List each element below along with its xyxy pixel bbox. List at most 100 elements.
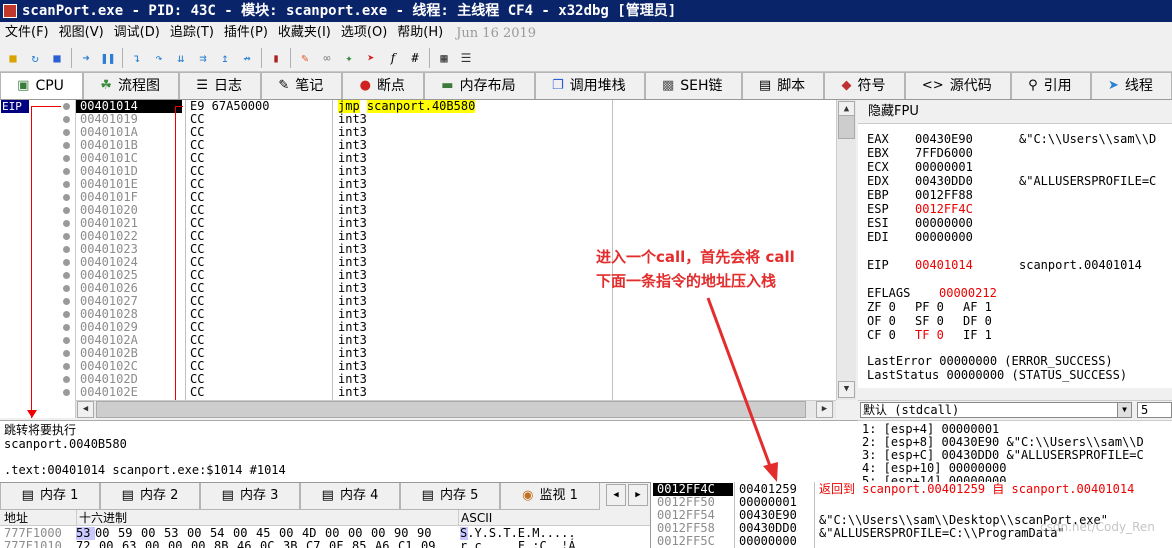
tab-memory-1[interactable]: ▤ 内存 1 <box>0 483 100 510</box>
breakpoint-dot-icon[interactable] <box>63 285 70 292</box>
chevron-down-icon[interactable]: ▼ <box>1117 403 1131 417</box>
tab-memory-map[interactable]: ▬ 内存布局 <box>424 72 535 99</box>
register-row[interactable]: EAX 00430E90 &"C:\\Users\\sam\\D <box>867 132 1156 146</box>
breakpoint-dot-icon[interactable] <box>63 376 70 383</box>
scroll-left-icon[interactable]: ◀ <box>77 401 94 418</box>
tab-memory-4[interactable]: ▤ 内存 4 <box>300 483 400 510</box>
tab-call-stack[interactable]: ❐ 调用堆栈 <box>534 72 645 99</box>
breakpoint-dot-icon[interactable] <box>63 129 70 136</box>
hex-byte[interactable]: 0F <box>329 540 352 548</box>
register-row[interactable]: EBX 7FFD6000 <box>867 146 1019 160</box>
breakpoint-dot-icon[interactable] <box>63 246 70 253</box>
register-row[interactable]: EBP 0012FF88 <box>867 188 1019 202</box>
trace-over-icon[interactable]: ⇉ <box>193 48 213 68</box>
register-row[interactable]: ESP 0012FF4C <box>867 202 1019 216</box>
hex-byte[interactable]: 63 <box>122 540 145 548</box>
disasm-horizontal-scrollbar[interactable]: ◀ ▶ <box>76 400 836 418</box>
tab-cpu[interactable]: ▣ CPU <box>0 72 84 99</box>
arg-count-spinner[interactable]: 5 <box>1137 402 1172 418</box>
breakpoint-dot-icon[interactable] <box>63 207 70 214</box>
hex-byte[interactable]: C7 <box>306 540 329 548</box>
flag-value[interactable]: TF 0 <box>915 328 963 342</box>
hex-byte[interactable]: 46 <box>237 540 260 548</box>
tab-memory-5[interactable]: ▤ 内存 5 <box>400 483 500 510</box>
tab-source[interactable]: <> 源代码 <box>904 72 1011 99</box>
eraser-icon[interactable]: ➤ <box>361 48 381 68</box>
breakpoint-dot-icon[interactable] <box>63 298 70 305</box>
flag-value[interactable]: SF 0 <box>915 314 963 328</box>
flag-value[interactable]: CF 0 <box>867 328 915 342</box>
tab-graph[interactable]: ☘ 流程图 <box>83 72 180 99</box>
stack-view[interactable]: 0012FF4C 00401259 返回到 scanport.00401259 自 … <box>650 482 1172 548</box>
menu-favourites[interactable]: 收藏夹(I) <box>273 22 336 44</box>
breakpoint-dot-icon[interactable] <box>63 350 70 357</box>
flag-value[interactable]: AF 1 <box>963 300 1011 314</box>
menu-debug[interactable]: 调试(D) <box>109 22 165 44</box>
register-value[interactable]: 7FFD6000 <box>915 146 1019 160</box>
breakpoint-dot-icon[interactable] <box>63 311 70 318</box>
tab-symbols[interactable]: ◆ 符号 <box>824 72 905 99</box>
register-value[interactable]: 00000212 <box>939 286 997 300</box>
register-value[interactable]: 00000001 <box>915 160 1019 174</box>
disasm-row[interactable]: 0040102E CC int3 <box>76 386 836 399</box>
arguments-view[interactable]: 1: [esp+4] 00000001 2: [esp+8] 00430E90 &… <box>858 420 1172 482</box>
menu-view[interactable]: 视图(V) <box>54 22 109 44</box>
tab-notes[interactable]: ✎ 笔记 <box>261 72 343 99</box>
breakpoint-dot-icon[interactable] <box>63 103 70 110</box>
flag-value[interactable]: OF 0 <box>867 314 915 328</box>
flag-value[interactable]: DF 0 <box>963 314 1011 328</box>
step-over-icon[interactable]: ↷ <box>149 48 169 68</box>
scroll-right-icon[interactable]: ▶ <box>816 401 833 418</box>
disasm-vertical-scrollbar[interactable]: ▲ ▼ <box>836 100 856 400</box>
hex-byte[interactable]: 8B <box>214 540 237 548</box>
menu-help[interactable]: 帮助(H) <box>392 22 448 44</box>
register-value[interactable]: 0012FF4C <box>915 202 1019 216</box>
hex-byte[interactable]: 0C <box>260 540 283 548</box>
breakpoint-dot-icon[interactable] <box>63 259 70 266</box>
flag-value[interactable]: IF 1 <box>963 328 1011 342</box>
hex-byte[interactable]: 72 <box>76 540 99 548</box>
link-icon[interactable]: ∞ <box>317 48 337 68</box>
run-icon[interactable]: ➜ <box>76 48 96 68</box>
scroll-thumb[interactable] <box>96 401 806 418</box>
scroll-down-icon[interactable]: ▼ <box>838 381 855 398</box>
breakpoint-dot-icon[interactable] <box>63 220 70 227</box>
tab-scroll-right-icon[interactable]: ▶ <box>628 484 648 506</box>
tab-log[interactable]: ☰ 日志 <box>179 72 262 99</box>
breakpoint-dot-icon[interactable] <box>63 389 70 396</box>
breakpoint-dot-icon[interactable] <box>63 233 70 240</box>
register-value[interactable]: 00401014 <box>915 258 1019 272</box>
fpu-toggle[interactable]: 隐藏FPU <box>858 100 1172 124</box>
stack-row[interactable]: 0012FF5C 00000000 <box>651 535 1172 548</box>
flag-value[interactable]: PF 0 <box>915 300 963 314</box>
run-to-user-code-icon[interactable]: ↛ <box>237 48 257 68</box>
register-value[interactable]: 00000000 <box>915 230 1019 244</box>
stop-icon[interactable]: ■ <box>47 48 67 68</box>
register-value[interactable]: 00430E90 <box>915 132 1019 146</box>
menu-plugins[interactable]: 插件(P) <box>219 22 273 44</box>
stack-row[interactable]: 0012FF4C 00401259 返回到 scanport.00401259 自 … <box>651 483 1172 496</box>
hex-byte[interactable]: 3B <box>283 540 306 548</box>
hex-dump-view[interactable]: 777F1000 53 00 59 00 53 00 54 00 45 00 4D 00 00 00 90 90… <box>0 526 650 548</box>
flag-value[interactable]: ZF 0 <box>867 300 915 314</box>
breakpoint-dot-icon[interactable] <box>63 168 70 175</box>
list-icon[interactable]: ☰ <box>456 48 476 68</box>
attach-icon[interactable]: ✦ <box>339 48 359 68</box>
hex-byte[interactable]: C1 <box>398 540 421 548</box>
eflags-row[interactable]: EFLAGS 00000212 <box>867 286 997 300</box>
hex-byte[interactable]: A6 <box>375 540 398 548</box>
menu-file[interactable]: 文件(F) <box>0 22 54 44</box>
tab-references[interactable]: ⚲ 引用 <box>1010 72 1091 99</box>
breakpoint-dot-icon[interactable] <box>63 272 70 279</box>
menu-options[interactable]: 选项(O) <box>336 22 392 44</box>
stack-row[interactable]: 0012FF50 00000001 <box>651 496 1172 509</box>
hex-byte[interactable]: 09 <box>421 540 444 548</box>
register-value[interactable]: 0012FF88 <box>915 188 1019 202</box>
breakpoint-dot-icon[interactable] <box>63 155 70 162</box>
step-into-icon[interactable]: ↴ <box>127 48 147 68</box>
register-row[interactable]: ECX 00000001 <box>867 160 1019 174</box>
restart-icon[interactable]: ↻ <box>25 48 45 68</box>
breakpoint-dot-icon[interactable] <box>63 181 70 188</box>
tab-breakpoints[interactable]: ● 断点 <box>342 72 425 99</box>
breakpoint-dot-icon[interactable] <box>63 194 70 201</box>
